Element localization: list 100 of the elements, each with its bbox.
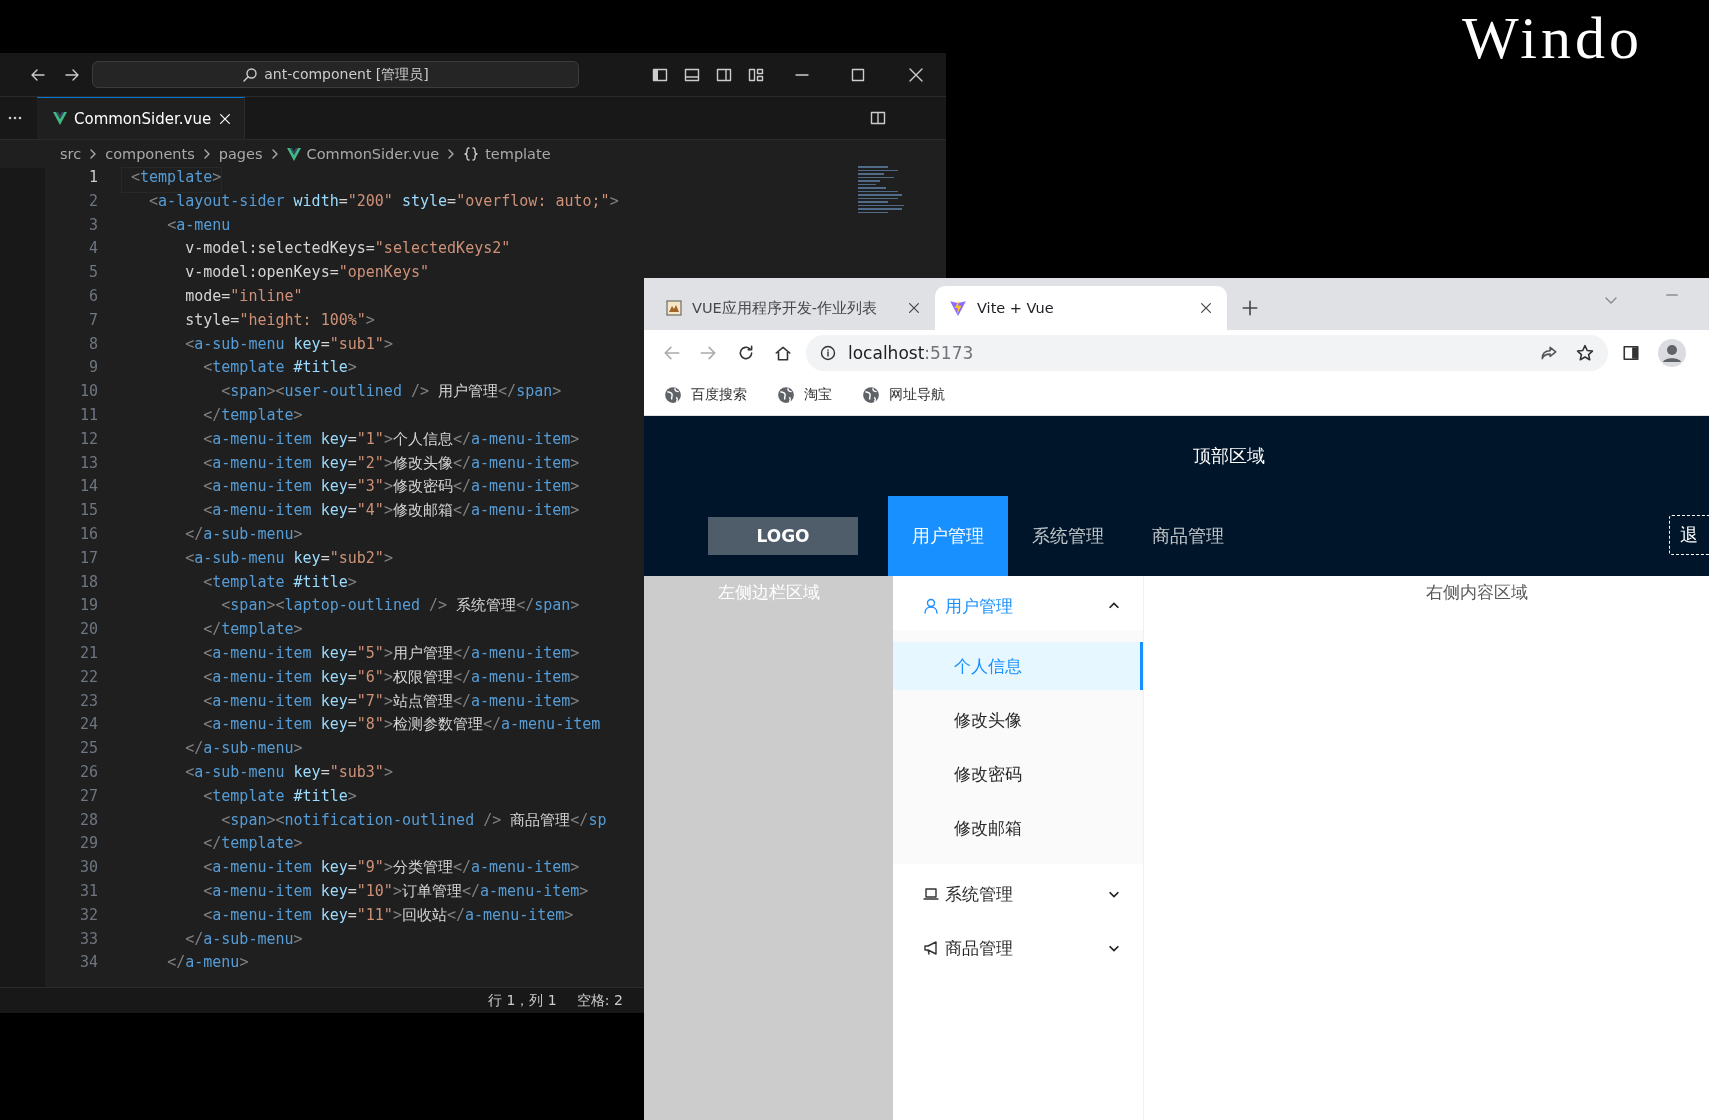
address-bar[interactable]: localhost:5173 [806, 334, 1608, 371]
code-line: </a-menu> [166, 953, 249, 974]
nav-menu-item[interactable]: 商品管理 [1128, 496, 1248, 576]
code-line: <template> [122, 168, 222, 192]
header-title: 顶部区域 [1193, 444, 1265, 468]
status-text[interactable]: 行 1，列 1 [488, 991, 557, 1010]
code-line: <a-menu-item key="7">站点管理</a-menu-item> [202, 691, 580, 712]
code-line: <a-menu-item key="2">修改头像</a-menu-item> [202, 453, 580, 474]
line-number: 7 [87, 310, 99, 331]
layout-icon[interactable] [748, 66, 764, 83]
menu-item[interactable]: 修改密码 [893, 750, 1143, 798]
notification-icon [923, 940, 939, 956]
line-number: 17 [78, 548, 99, 569]
code-line: </a-sub-menu> [184, 929, 303, 950]
line-number: 15 [78, 501, 99, 522]
code-line: <a-menu-item key="4">修改邮箱</a-menu-item> [202, 501, 580, 522]
status-text[interactable]: 空格: 2 [576, 991, 623, 1010]
code-line: </a-sub-menu> [184, 739, 303, 760]
side-panel-icon[interactable] [1622, 343, 1640, 362]
code-line: <a-menu-item key="6">权限管理</a-menu-item> [202, 667, 580, 688]
line-number: 19 [78, 596, 99, 617]
line-number: 4 [87, 239, 99, 260]
code-line: <a-menu-item key="10">订单管理</a-menu-item> [202, 881, 589, 902]
code-line: </template> [202, 620, 303, 641]
panel-left-icon[interactable] [652, 66, 668, 83]
line-number: 6 [87, 287, 99, 307]
submenu-title[interactable]: 系统管理 [893, 870, 1143, 918]
breadcrumb-item[interactable]: pages [218, 146, 263, 162]
close-icon[interactable] [907, 301, 921, 315]
user-icon [923, 598, 939, 614]
code-line: <template #title> [202, 358, 357, 379]
code-line: style="height: 100%"> [184, 310, 375, 331]
line-number: 29 [78, 834, 99, 855]
line-number: 21 [78, 643, 99, 664]
line-number: 20 [78, 620, 99, 641]
line-number: 11 [78, 405, 99, 426]
line-number: 18 [78, 572, 99, 593]
search-icon [242, 66, 259, 83]
close-icon[interactable] [1199, 301, 1213, 315]
vue-icon [53, 112, 67, 125]
line-number: 26 [78, 762, 99, 783]
line-number: 23 [78, 691, 99, 712]
info-icon [820, 344, 836, 361]
close-icon[interactable] [218, 111, 233, 126]
line-number: 16 [78, 524, 99, 545]
code-line: <a-menu-item key="1">个人信息</a-menu-item> [202, 429, 580, 450]
close-icon[interactable] [908, 66, 924, 83]
line-number: 33 [78, 929, 99, 950]
code-line: <a-menu-item key="8">检测参数管理</a-menu-item [202, 715, 601, 736]
code-line: <span><notification-outlined /> 商品管理</sp [220, 810, 607, 831]
bookmark-item[interactable]: 网址导航 [862, 386, 945, 404]
breadcrumb-item[interactable]: components [105, 146, 195, 162]
nav-menu-item[interactable]: 系统管理 [1008, 496, 1128, 576]
line-number: 9 [87, 358, 99, 379]
line-number: 34 [78, 953, 99, 974]
plus-icon[interactable] [1241, 299, 1259, 317]
code-line: </template> [202, 834, 303, 855]
line-number: 25 [78, 739, 99, 760]
menu-item[interactable]: 修改头像 [893, 696, 1143, 744]
laptop-icon [923, 886, 939, 902]
reload-icon[interactable] [737, 343, 755, 362]
braces-icon [463, 146, 480, 162]
panel-right-icon[interactable] [716, 66, 732, 83]
line-number: 3 [87, 215, 99, 236]
command-center-field[interactable]: ant-component [管理员] [92, 61, 579, 88]
code-line: <a-menu-item key="9">分类管理</a-menu-item> [202, 858, 580, 879]
code-line: <a-menu [166, 215, 231, 236]
line-number: 10 [78, 382, 99, 403]
code-line: mode="inline" [184, 287, 303, 307]
code-line: <a-menu-item key="3">修改密码</a-menu-item> [202, 477, 580, 498]
code-line: <template #title> [202, 786, 357, 807]
content-label: 右侧内容区域 [1426, 581, 1528, 604]
code-line: <a-menu-item key="11">回收站</a-menu-item> [202, 905, 574, 926]
line-number: 5 [87, 263, 99, 284]
logo: LOGO [708, 517, 858, 555]
breadcrumb-item[interactable]: src [60, 146, 82, 162]
line-number: 12 [78, 429, 99, 450]
editor-tab[interactable]: CommonSider.vue [37, 97, 246, 139]
code-line: <a-sub-menu key="sub2"> [184, 548, 393, 569]
split-editor-icon[interactable] [870, 110, 886, 126]
panel-bottom-icon[interactable] [684, 66, 700, 83]
line-number: 31 [78, 881, 99, 902]
code-line: <span><laptop-outlined /> 系统管理</span> [220, 596, 580, 617]
browser-tab[interactable]: Vite + Vue [935, 286, 1227, 330]
bookmark-item[interactable]: 百度搜索 [664, 386, 747, 404]
breadcrumb-item[interactable]: CommonSider.vue [286, 146, 440, 162]
maximize-icon[interactable] [850, 66, 866, 83]
browser-tab[interactable]: VUE应用程序开发-作业列表 [652, 286, 935, 330]
breadcrumb-item[interactable]: template [463, 146, 551, 162]
code-line: </a-sub-menu> [184, 524, 303, 545]
line-number: 2 [87, 191, 99, 212]
star-icon[interactable] [1576, 343, 1594, 362]
code-line: <span><user-outlined /> 用户管理</span> [220, 382, 562, 403]
bookmark-item[interactable]: 淘宝 [777, 386, 832, 404]
menu-item[interactable]: 修改邮箱 [893, 804, 1143, 852]
logout-button[interactable]: 退 [1669, 515, 1709, 555]
line-number: 14 [78, 477, 99, 498]
submenu-title[interactable]: 商品管理 [893, 924, 1143, 972]
avatar-icon[interactable] [1658, 338, 1686, 367]
code-line: <a-menu-item key="5">用户管理</a-menu-item> [202, 643, 580, 664]
